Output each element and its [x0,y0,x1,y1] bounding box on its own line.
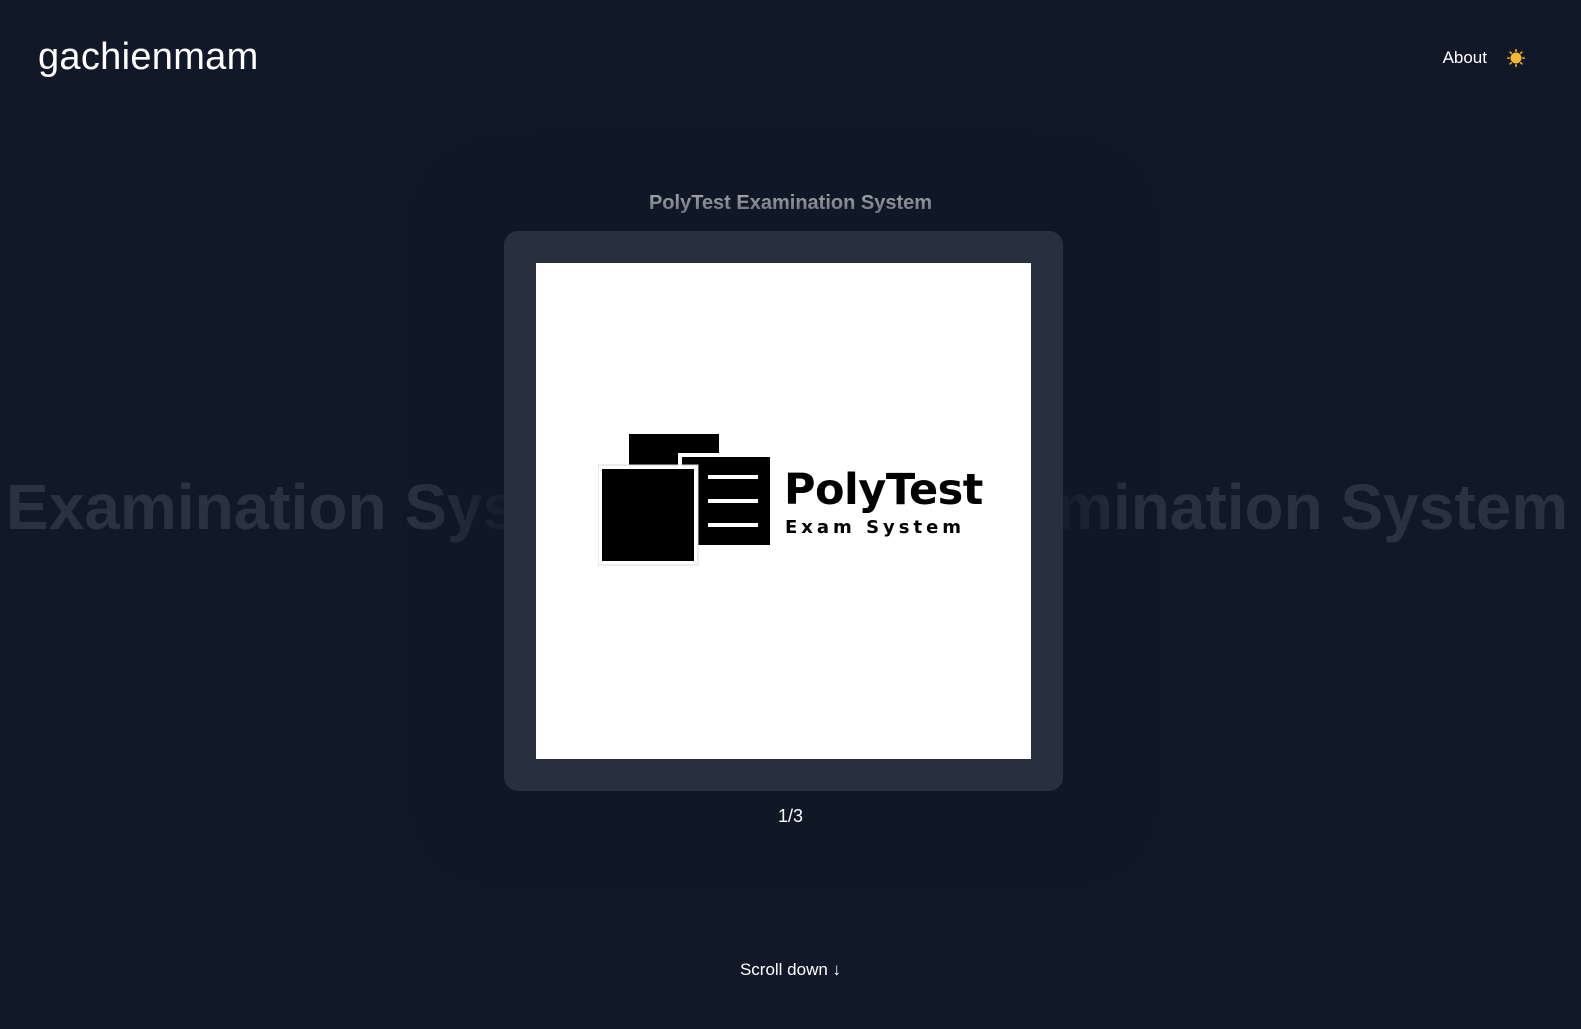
slide-logo-tagline: Exam System [785,517,966,538]
nav: About [1443,47,1527,69]
project-slide-image[interactable]: PolyTest Exam System [536,263,1031,759]
sun-icon [1507,49,1525,67]
slide-counter: 1/3 [777,806,804,826]
project-image-frame: PolyTest Exam System [504,231,1063,791]
brand-logo-link[interactable]: gachienmam [38,36,259,79]
background-text-right: mination System [1056,471,1569,543]
page: gachienmam About Examination Syst minati… [0,0,1581,1029]
nav-about-link[interactable]: About [1443,48,1487,68]
scroll-down-hint[interactable]: Scroll down ↓ [0,960,1581,980]
documents-icon [598,432,774,566]
slide-logo-name: PolyTest [784,465,983,515]
background-text-left: Examination Syst [6,471,540,543]
project-title: PolyTest Examination System [648,192,933,214]
theme-toggle-button[interactable] [1505,47,1527,69]
header: gachienmam About [0,0,1581,120]
